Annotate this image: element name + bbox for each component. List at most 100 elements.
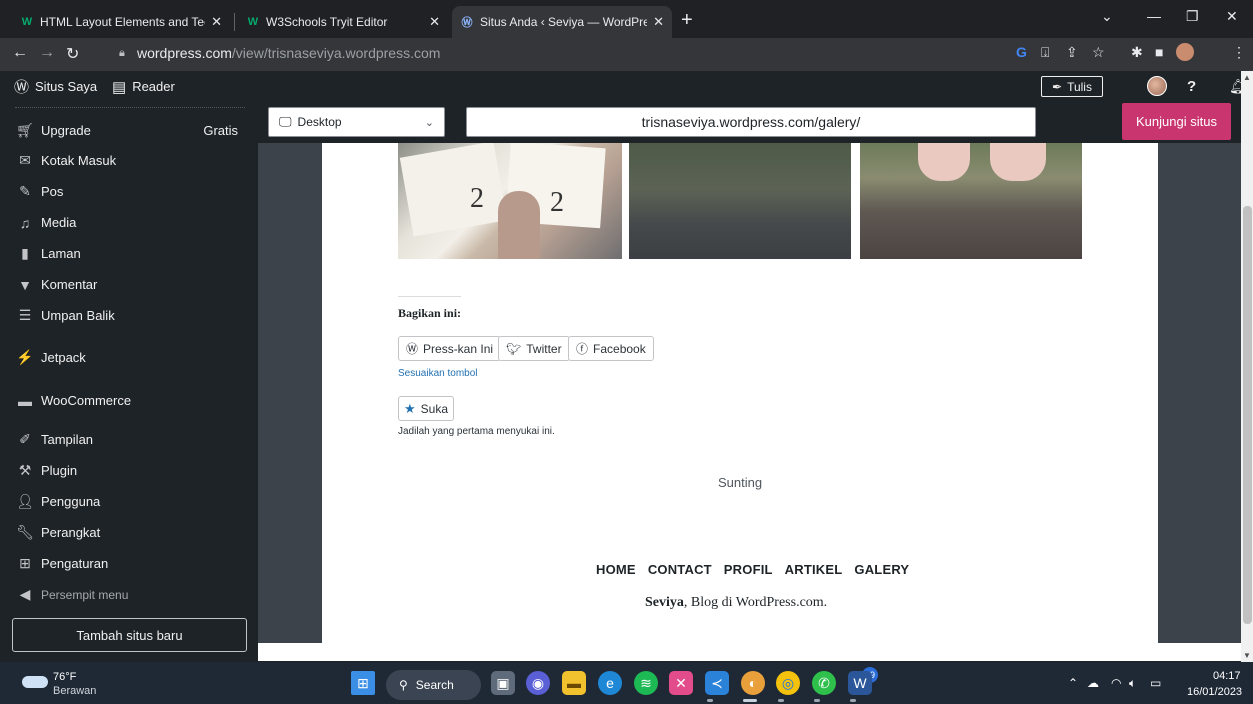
share-button-label: Facebook	[593, 341, 646, 356]
clock-time[interactable]: 04:17	[1213, 670, 1241, 682]
avatar[interactable]	[1147, 76, 1167, 96]
task-view-icon[interactable]: ▣	[491, 671, 515, 695]
profile-avatar[interactable]	[1176, 43, 1194, 61]
footer-nav-galery[interactable]: GALERY	[854, 562, 909, 577]
minimize-icon[interactable]: —	[1147, 8, 1161, 24]
gallery-image-tickets[interactable]: 2 2	[398, 143, 622, 259]
sidebar-item-pages[interactable]: ▮ Laman	[0, 238, 258, 269]
footer-nav-home[interactable]: HOME	[596, 562, 636, 577]
weather-temp[interactable]: 76°F	[53, 671, 76, 683]
edit-link[interactable]: Sunting	[718, 475, 762, 490]
scrollbar-thumb[interactable]	[1243, 206, 1252, 624]
edge-icon[interactable]: e	[598, 671, 622, 695]
sidebar-item-upgrade[interactable]: 🛒︎ Upgrade Gratis	[0, 115, 258, 146]
share-icon[interactable]: ⇪	[1066, 44, 1078, 61]
restore-icon[interactable]: ❐	[1186, 8, 1199, 25]
running-indicator	[743, 699, 757, 702]
footer-nav-contact[interactable]: CONTACT	[648, 562, 712, 577]
sidebar-item-inbox[interactable]: ✉ Kotak Masuk	[0, 145, 258, 176]
footer-nav-profil[interactable]: PROFIL	[724, 562, 773, 577]
close-icon[interactable]: ✕	[429, 14, 440, 30]
new-tab-icon[interactable]: +	[681, 10, 693, 30]
taskbar-search[interactable]: ⚲ Search	[386, 670, 481, 700]
weather-desc[interactable]: Berawan	[53, 685, 96, 697]
visit-site-button[interactable]: Kunjungi situs	[1122, 103, 1231, 140]
onedrive-cloud-icon[interactable]: ☁	[1087, 676, 1099, 690]
chrome-canary-icon[interactable]: ◐	[741, 671, 765, 695]
wordpress-icon: Ⓦ	[14, 79, 30, 96]
browser-tab-3-active[interactable]: Ⓦ Situs Anda ‹ Seviya — WordPress ✕	[452, 6, 672, 38]
sidebar-item-comments[interactable]: ▼ Komentar	[0, 269, 258, 300]
clock-date[interactable]: 16/01/2023	[1187, 686, 1242, 698]
tab-search-icon[interactable]: ⌄	[1101, 8, 1113, 25]
my-site-link[interactable]: Ⓦ Situs Saya	[14, 71, 97, 102]
volume-icon[interactable]: 🔈︎	[1129, 676, 1136, 691]
browser-tab-2[interactable]: W W3Schools Tryit Editor ✕	[238, 6, 448, 38]
my-site-label: Situs Saya	[35, 79, 98, 94]
sidepanel-icon[interactable]: ■	[1155, 44, 1163, 60]
share-pressthis-button[interactable]: Ⓦ Press-kan Ini	[398, 336, 502, 361]
collapse-menu[interactable]: ◀ Persempit menu	[0, 579, 258, 610]
sidebar-item-feedback[interactable]: ☰ Umpan Balik	[0, 300, 258, 331]
reload-icon[interactable]: ↻	[66, 44, 79, 64]
like-button[interactable]: ★ Suka	[398, 396, 454, 421]
word-icon[interactable]: W	[848, 671, 872, 695]
back-icon[interactable]: ←	[12, 44, 28, 62]
help-icon[interactable]: ?	[1187, 71, 1196, 102]
sidebar-item-appearance[interactable]: ✐ Tampilan	[0, 424, 258, 455]
sidebar-item-jetpack[interactable]: ⚡ Jetpack	[0, 342, 258, 373]
sidebar-item-users[interactable]: 👤︎ Pengguna	[0, 486, 258, 517]
address-url[interactable]: wordpress.com/view/trisnaseviya.wordpres…	[137, 45, 440, 61]
url-path: /view/trisnaseviya.wordpress.com	[231, 45, 441, 61]
chrome-icon[interactable]: ◎	[776, 671, 800, 695]
share-heading: Bagikan ini:	[398, 306, 462, 320]
collapse-label: Persempit menu	[41, 587, 129, 602]
share-twitter-button[interactable]: 🐦︎ Twitter	[498, 336, 570, 361]
whatsapp-icon[interactable]: ✆	[812, 671, 836, 695]
device-select[interactable]: 🖵︎ Desktop ⌄	[268, 107, 445, 137]
spotify-icon[interactable]: ≋	[634, 671, 658, 695]
install-icon[interactable]: ⍗	[1041, 44, 1049, 61]
google-icon[interactable]: G	[1016, 44, 1027, 60]
sidebar-item-media[interactable]: ♫ Media	[0, 207, 258, 238]
reader-link[interactable]: ▤ Reader	[112, 71, 175, 102]
cloud-icon[interactable]	[22, 676, 48, 688]
footer-site-link[interactable]: Seviya	[645, 595, 684, 610]
lock-icon[interactable]: 🔒︎	[119, 47, 125, 60]
menu-kebab-icon[interactable]: ⋮	[1232, 44, 1246, 61]
share-facebook-button[interactable]: ⓕ Facebook	[568, 336, 654, 361]
sidebar-item-woocommerce[interactable]: ▬ WooCommerce	[0, 385, 258, 416]
xampp-icon[interactable]: ✕	[669, 671, 693, 695]
preview-url-field[interactable]: trisnaseviya.wordpress.com/galery/	[466, 107, 1036, 137]
extensions-icon[interactable]: ✱	[1131, 44, 1143, 61]
close-icon[interactable]: ✕	[211, 14, 222, 30]
file-explorer-icon[interactable]: ▬	[562, 671, 586, 695]
window-close-icon[interactable]: ✕	[1226, 8, 1238, 25]
gallery-image-sandals[interactable]	[860, 143, 1082, 259]
windows-start-icon[interactable]: ⊞	[351, 671, 375, 695]
sidebar-item-settings[interactable]: ⊞ Pengaturan	[0, 548, 258, 579]
battery-icon[interactable]: ▭	[1150, 676, 1161, 690]
vscode-icon[interactable]: ≺	[705, 671, 729, 695]
sidebar-item-tools[interactable]: 🔧︎ Perangkat	[0, 517, 258, 548]
tray-overflow-chevron-icon[interactable]: ⌃	[1068, 676, 1078, 690]
footer-credit-text[interactable]: , Blog di WordPress.com.	[684, 595, 827, 610]
jetpack-icon: ⚡	[16, 349, 34, 365]
close-icon[interactable]: ✕	[653, 14, 664, 30]
customize-buttons-link[interactable]: Sesuaikan tombol	[398, 368, 478, 379]
scroll-down-arrow-icon[interactable]: ▼	[1243, 651, 1251, 660]
footer-nav-artikel[interactable]: ARTIKEL	[785, 562, 843, 577]
wifi-icon[interactable]: ◠	[1111, 676, 1121, 690]
teams-icon[interactable]: ◉	[526, 671, 550, 695]
add-new-site-button[interactable]: Tambah situs baru	[12, 618, 247, 652]
bookmark-star-icon[interactable]: ☆	[1092, 44, 1105, 61]
forward-icon[interactable]: →	[39, 44, 55, 62]
scroll-up-arrow-icon[interactable]: ▲	[1243, 73, 1251, 82]
gallery-image-street[interactable]	[629, 143, 851, 259]
desktop-icon: 🖵︎	[279, 114, 292, 129]
sidebar-item-posts[interactable]: ✎ Pos	[0, 176, 258, 207]
sidebar-item-label: Komentar	[41, 277, 98, 292]
write-button[interactable]: ✒ Tulis	[1041, 76, 1103, 97]
sidebar-item-plugins[interactable]: ⚒ Plugin	[0, 455, 258, 486]
browser-tab-1[interactable]: W HTML Layout Elements and Tech ✕	[12, 6, 230, 38]
